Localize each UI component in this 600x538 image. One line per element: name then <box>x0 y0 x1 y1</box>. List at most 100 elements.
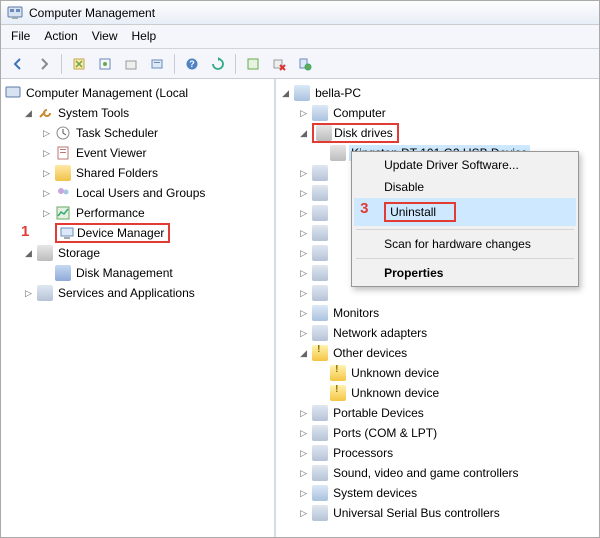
device-manager-node[interactable]: 1 Device Manager <box>39 223 272 243</box>
processors-node[interactable]: ▷Processors <box>296 443 597 463</box>
device-manager-highlight: Device Manager <box>55 223 170 243</box>
tree-root-local[interactable]: Computer Management (Local <box>3 83 272 103</box>
expand-icon[interactable]: ▷ <box>298 208 309 219</box>
system-devices-node[interactable]: ▷System devices <box>296 483 597 503</box>
sound-icon <box>312 465 328 481</box>
expand-icon[interactable]: ▷ <box>298 468 309 479</box>
usb-icon <box>312 505 328 521</box>
expand-icon[interactable]: ▷ <box>41 168 52 179</box>
collapse-icon[interactable]: ◢ <box>298 348 309 359</box>
action-button-3[interactable] <box>120 53 142 75</box>
action-button-5[interactable] <box>242 53 264 75</box>
collapse-icon[interactable]: ◢ <box>23 248 34 259</box>
expand-icon[interactable]: ▷ <box>298 108 309 119</box>
ctx-scan[interactable]: Scan for hardware changes <box>354 233 576 255</box>
system-icon <box>312 485 328 501</box>
ctx-disable[interactable]: Disable <box>354 176 576 198</box>
category-icon <box>312 165 328 181</box>
expand-icon[interactable]: ▷ <box>298 168 309 179</box>
disk-drives-node[interactable]: 2 ◢ Disk drives <box>296 123 597 143</box>
app-icon <box>7 5 23 21</box>
menu-action[interactable]: Action <box>44 29 77 44</box>
menu-view[interactable]: View <box>92 29 118 44</box>
monitors-node[interactable]: ▷Monitors <box>296 303 597 323</box>
expand-icon[interactable]: ▷ <box>23 288 34 299</box>
ctx-separator <box>356 229 574 230</box>
local-users-node[interactable]: ▷Local Users and Groups <box>39 183 272 203</box>
expand-icon[interactable]: ▷ <box>298 508 309 519</box>
left-tree: Computer Management (Local ◢ System Tool… <box>3 83 272 303</box>
collapse-icon[interactable]: ◢ <box>280 88 291 99</box>
nav-forward-button[interactable] <box>33 53 55 75</box>
event-viewer-node[interactable]: ▷Event Viewer <box>39 143 272 163</box>
expand-icon[interactable]: ▷ <box>41 148 52 159</box>
portable-devices-node[interactable]: ▷Portable Devices <box>296 403 597 423</box>
expand-icon[interactable]: ▷ <box>41 208 52 219</box>
action-button-4[interactable] <box>146 53 168 75</box>
action-button-7[interactable] <box>294 53 316 75</box>
usb-controllers-node[interactable]: ▷Universal Serial Bus controllers <box>296 503 597 523</box>
expand-icon[interactable]: ▷ <box>298 288 309 299</box>
refresh-button[interactable] <box>207 53 229 75</box>
ctx-separator <box>356 258 574 259</box>
title-bar: Computer Management <box>1 1 599 25</box>
expand-icon[interactable]: ▷ <box>298 428 309 439</box>
computer-node[interactable]: ▷Computer <box>296 103 597 123</box>
pc-icon <box>294 85 310 101</box>
ctx-properties[interactable]: Properties <box>354 262 576 284</box>
ctx-uninstall[interactable]: 3 Uninstall <box>354 198 576 226</box>
collapse-icon[interactable]: ◢ <box>23 108 34 119</box>
users-icon <box>55 185 71 201</box>
expand-icon[interactable]: ▷ <box>298 228 309 239</box>
other-devices-icon <box>312 345 328 361</box>
action-button-1[interactable] <box>68 53 90 75</box>
expand-icon[interactable]: ▷ <box>298 408 309 419</box>
category-icon <box>312 225 328 241</box>
network-adapters-node[interactable]: ▷Network adapters <box>296 323 597 343</box>
action-button-6[interactable] <box>268 53 290 75</box>
storage-node[interactable]: ◢Storage <box>21 243 272 263</box>
action-button-2[interactable] <box>94 53 116 75</box>
expand-icon[interactable]: ▷ <box>41 188 52 199</box>
shared-folders-node[interactable]: ▷Shared Folders <box>39 163 272 183</box>
content-panes: Computer Management (Local ◢ System Tool… <box>1 79 599 537</box>
expand-icon[interactable]: ▷ <box>298 488 309 499</box>
unknown-device-node[interactable]: Unknown device <box>314 383 597 403</box>
warning-icon <box>330 385 346 401</box>
management-icon <box>5 85 21 101</box>
expand-icon[interactable]: ▷ <box>41 128 52 139</box>
portable-icon <box>312 405 328 421</box>
unknown-device-node[interactable]: Unknown device <box>314 363 597 383</box>
device-manager-icon <box>59 225 75 241</box>
system-tools-node[interactable]: ◢ System Tools <box>21 103 272 123</box>
callout-3: 3 <box>360 200 368 217</box>
pc-root-node[interactable]: ◢bella-PC <box>278 83 597 103</box>
expand-icon[interactable]: ▷ <box>298 328 309 339</box>
disk-management-node[interactable]: Disk Management <box>39 263 272 283</box>
menu-file[interactable]: File <box>11 29 30 44</box>
task-scheduler-node[interactable]: ▷Task Scheduler <box>39 123 272 143</box>
expand-icon[interactable]: ▷ <box>298 248 309 259</box>
expand-icon[interactable]: ▷ <box>298 448 309 459</box>
ctx-update-driver[interactable]: Update Driver Software... <box>354 154 576 176</box>
services-apps-node[interactable]: ▷Services and Applications <box>21 283 272 303</box>
expand-icon[interactable]: ▷ <box>298 188 309 199</box>
performance-node[interactable]: ▷Performance <box>39 203 272 223</box>
window-root: Computer Management File Action View Hel… <box>0 0 600 538</box>
menu-help[interactable]: Help <box>132 29 157 44</box>
drive-icon <box>316 125 332 141</box>
nav-back-button[interactable] <box>7 53 29 75</box>
expand-icon[interactable]: ▷ <box>298 268 309 279</box>
ports-node[interactable]: ▷Ports (COM & LPT) <box>296 423 597 443</box>
window-title: Computer Management <box>29 6 155 20</box>
monitor-icon <box>312 305 328 321</box>
expand-icon[interactable]: ▷ <box>298 308 309 319</box>
right-tree: ◢bella-PC ▷Computer 2 ◢ Disk drives <box>278 83 597 523</box>
clock-icon <box>55 125 71 141</box>
ports-icon <box>312 425 328 441</box>
other-devices-node[interactable]: ◢Other devices <box>296 343 597 363</box>
sound-node[interactable]: ▷Sound, video and game controllers <box>296 463 597 483</box>
help-button[interactable]: ? <box>181 53 203 75</box>
collapse-icon[interactable]: ◢ <box>298 128 309 139</box>
category-icon <box>312 265 328 281</box>
